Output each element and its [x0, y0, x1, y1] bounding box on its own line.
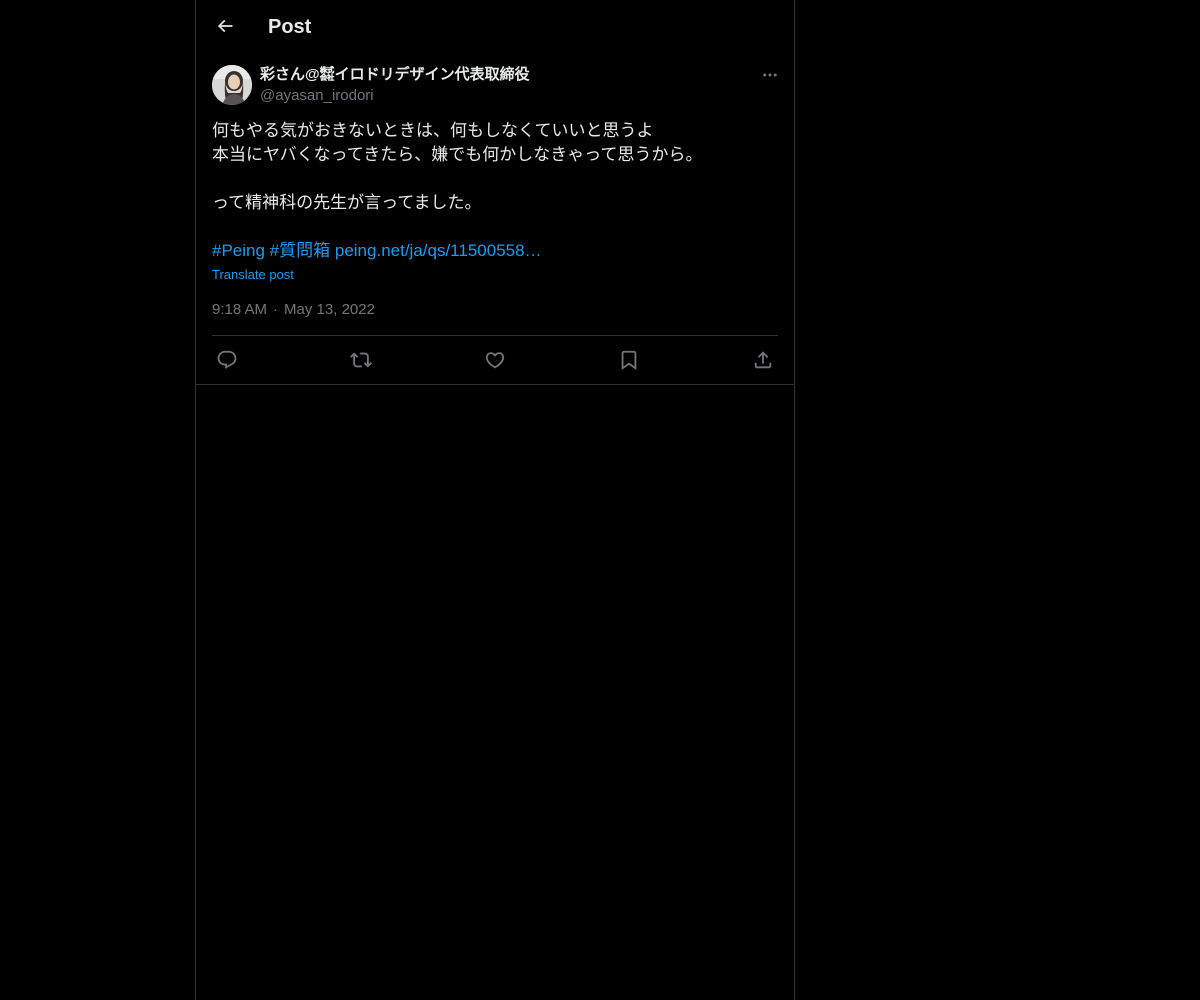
meta-separator: · [273, 301, 279, 318]
reply-button[interactable] [212, 346, 242, 374]
reply-icon [216, 349, 238, 371]
heart-icon [484, 349, 506, 371]
bookmark-button[interactable] [614, 346, 644, 374]
post-date[interactable]: May 13, 2022 [284, 301, 375, 318]
share-button[interactable] [748, 346, 778, 374]
action-bar [212, 346, 778, 374]
author-handle[interactable]: @ayasan_irodori [260, 86, 374, 106]
arrow-left-icon [215, 16, 235, 36]
url-link[interactable]: peing.net/ja/qs/11500558… [335, 241, 542, 260]
repost-icon [350, 349, 372, 371]
page-title: Post [268, 16, 312, 38]
post-links: #Peing #質問箱 peing.net/ja/qs/11500558… [212, 239, 542, 263]
post-text: 何もやる気がおきないときは、何もしなくていいと思うよ 本当にヤバくなってきたら、… [212, 119, 778, 215]
more-button[interactable] [758, 63, 782, 87]
post-time[interactable]: 9:18 AM [212, 301, 267, 318]
page-header: Post [196, 0, 794, 53]
share-icon [752, 349, 774, 371]
post-text-line: 本当にヤバくなってきたら、嫌でも何かしなきゃって思うから。 [212, 145, 703, 164]
author-name[interactable]: 彩さん@㍿イロドリデザイン代表取締役 [260, 65, 530, 85]
hashtag-link[interactable]: #Peing [212, 241, 265, 260]
more-horizontal-icon [761, 66, 779, 84]
hashtag-link[interactable]: #質問箱 [270, 241, 330, 260]
main-column: Post 彩さん@㍿イロドリデザイン代表取締役 @ayasan_irodori [195, 0, 795, 1000]
bookmark-icon [618, 349, 640, 371]
post-text-line: 何もやる気がおきないときは、何もしなくていいと思うよ [212, 121, 654, 140]
like-button[interactable] [480, 346, 510, 374]
divider [212, 335, 778, 336]
avatar[interactable] [212, 65, 252, 105]
post-timestamp: 9:18 AM · May 13, 2022 [212, 300, 375, 320]
translate-post-link[interactable]: Translate post [212, 266, 294, 284]
post-text-line [212, 167, 778, 191]
post-text-line: って精神科の先生が言ってました。 [212, 193, 482, 212]
repost-button[interactable] [346, 346, 376, 374]
post-article: 彩さん@㍿イロドリデザイン代表取締役 @ayasan_irodori 何もやる気… [196, 53, 794, 385]
back-button[interactable] [208, 9, 242, 43]
